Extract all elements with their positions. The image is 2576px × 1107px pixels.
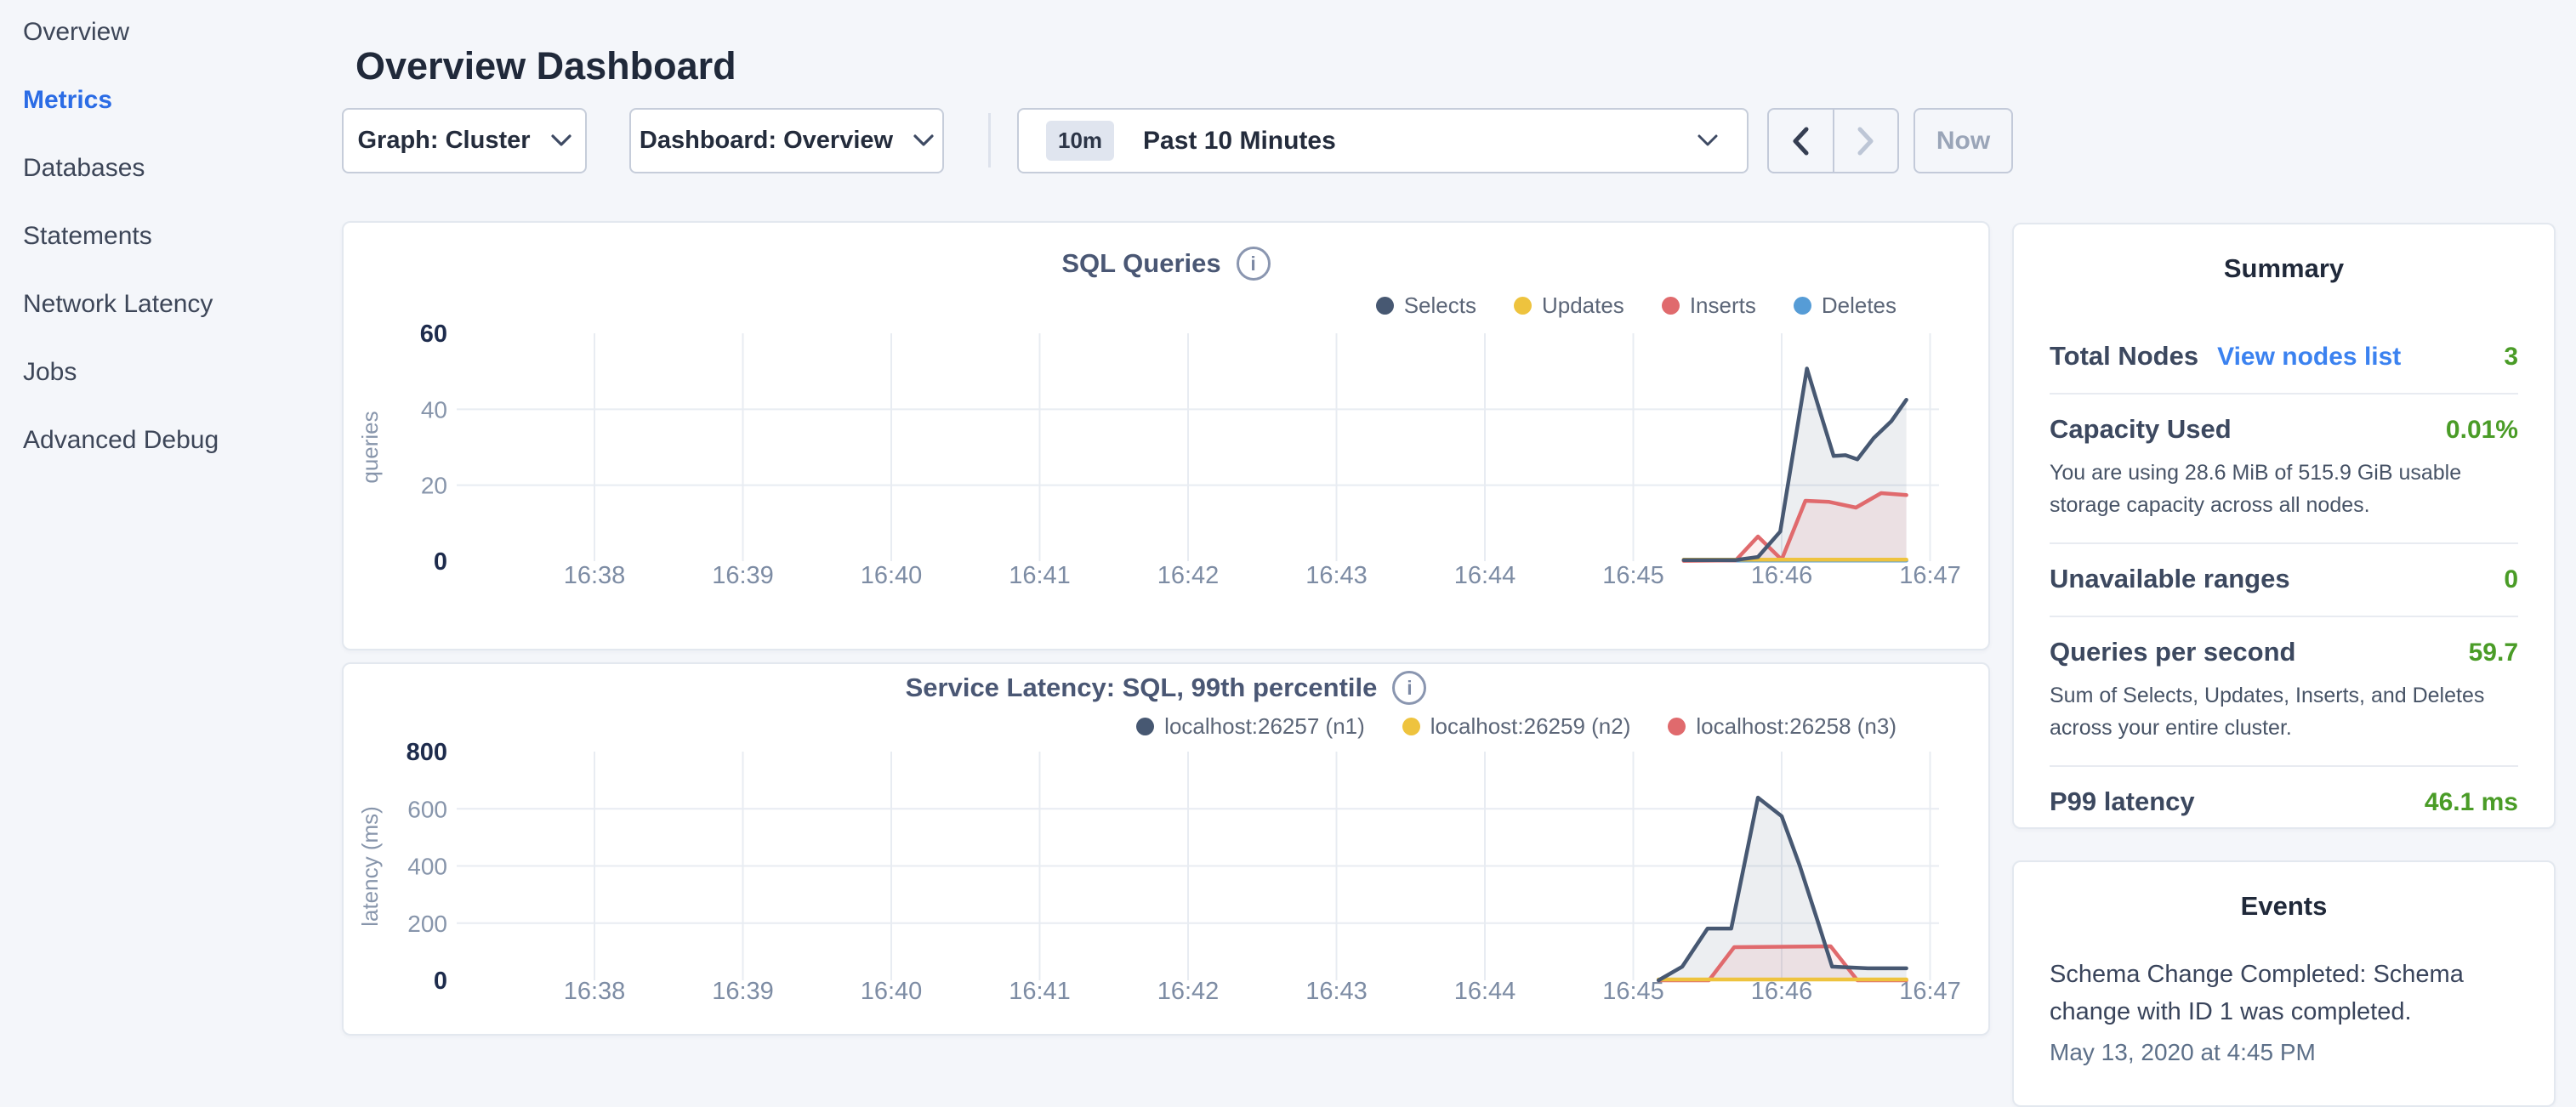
svg-text:16:41: 16:41: [1009, 978, 1071, 1005]
svg-text:60: 60: [420, 321, 447, 348]
chevron-left-icon: [1791, 127, 1810, 156]
time-range-label: Past 10 Minutes: [1143, 127, 1697, 156]
events-title: Events: [2050, 891, 2518, 922]
sidebar: Overview Metrics Databases Statements Networ…: [0, 0, 340, 1051]
summary-row-subtext: Sum of Selects, Updates, Inserts, and De…: [2050, 679, 2518, 744]
step-forward-button[interactable]: [1833, 110, 1898, 172]
svg-text:16:42: 16:42: [1157, 978, 1220, 1005]
summary-row-label: Capacity Used: [2050, 414, 2232, 445]
svg-text:16:46: 16:46: [1751, 562, 1813, 589]
events-list: Schema Change Completed: Schema change w…: [2050, 956, 2518, 1066]
summary-row: Queries per second 59.7 Sum of Selects, Up…: [2050, 617, 2518, 765]
sidebar-item-network-latency[interactable]: Network Latency: [23, 279, 213, 330]
svg-text:16:47: 16:47: [1899, 978, 1961, 1005]
summary-row-value: 3: [2504, 343, 2518, 372]
time-range-selector[interactable]: 10m Past 10 Minutes: [1017, 108, 1749, 173]
sidebar-item-metrics[interactable]: Metrics: [23, 75, 112, 126]
svg-text:16:43: 16:43: [1305, 562, 1368, 589]
svg-text:16:45: 16:45: [1602, 562, 1664, 589]
summary-row-value: 46.1 ms: [2425, 788, 2518, 817]
summary-title: Summary: [2050, 253, 2518, 284]
chevron-down-icon: [1697, 134, 1718, 147]
dashboard-dropdown[interactable]: Dashboard: Overview: [629, 108, 944, 173]
svg-text:16:39: 16:39: [712, 562, 774, 589]
summary-row: Capacity Used 0.01% You are using 28.6 MiB…: [2050, 395, 2518, 542]
svg-text:16:45: 16:45: [1602, 978, 1664, 1005]
sidebar-item-advanced-debug[interactable]: Advanced Debug: [23, 415, 219, 466]
step-back-button[interactable]: [1769, 110, 1833, 172]
sidebar-item-statements[interactable]: Statements: [23, 211, 152, 262]
svg-text:16:47: 16:47: [1899, 562, 1961, 589]
summary-row: P99 latency 46.1 ms: [2050, 767, 2518, 838]
svg-text:16:41: 16:41: [1009, 562, 1071, 589]
sql-queries-chart-card: SQL QueriesiSelectsUpdatesInsertsDeletes…: [342, 221, 1990, 650]
svg-text:16:43: 16:43: [1305, 978, 1368, 1005]
svg-text:16:42: 16:42: [1157, 562, 1220, 589]
summary-row-label: Queries per second: [2050, 637, 2295, 667]
chart-plot: 0 200 400 600 800 16:38 16:39 16:40 16:41 16:42 16…: [344, 664, 1992, 1037]
now-button-label: Now: [1936, 127, 1990, 156]
toolbar-divider: [988, 113, 991, 167]
svg-text:800: 800: [407, 739, 447, 766]
svg-text:20: 20: [421, 473, 447, 499]
svg-text:latency (ms): latency (ms): [357, 806, 383, 927]
svg-text:0: 0: [434, 548, 447, 576]
svg-text:16:39: 16:39: [712, 978, 774, 1005]
summary-row: Unavailable ranges 0: [2050, 544, 2518, 616]
summary-panel: Summary Total Nodes View nodes list 3 Capac…: [2012, 223, 2556, 829]
summary-row-label: Total Nodes: [2050, 341, 2198, 372]
svg-text:200: 200: [407, 911, 447, 937]
chevron-down-icon: [551, 134, 571, 147]
svg-text:16:38: 16:38: [564, 562, 626, 589]
event-timestamp: May 13, 2020 at 4:45 PM: [2050, 1039, 2518, 1066]
graph-dropdown[interactable]: Graph: Cluster: [342, 108, 587, 173]
summary-row-subtext: You are using 28.6 MiB of 515.9 GiB usab…: [2050, 457, 2518, 521]
chart-plot: 0 20 40 60 16:38 16:39 16:40 16:41 16:42 16:43 16:…: [344, 223, 1992, 652]
sidebar-item-jobs[interactable]: Jobs: [23, 347, 77, 398]
summary-row-value: 59.7: [2469, 639, 2518, 667]
time-range-badge: 10m: [1046, 121, 1114, 161]
summary-row-value: 0.01%: [2446, 416, 2518, 445]
chevron-right-icon: [1857, 127, 1875, 156]
svg-text:16:38: 16:38: [564, 978, 626, 1005]
svg-text:16:44: 16:44: [1454, 978, 1516, 1005]
summary-row-label: P99 latency: [2050, 786, 2195, 817]
summary-rows: Total Nodes View nodes list 3 Capacity Used…: [2050, 321, 2518, 838]
time-step-buttons: [1767, 108, 1899, 173]
svg-text:16:46: 16:46: [1751, 978, 1813, 1005]
svg-text:40: 40: [421, 396, 447, 423]
sidebar-item-databases[interactable]: Databases: [23, 143, 145, 194]
dashboard-dropdown-label: Dashboard: Overview: [640, 127, 893, 155]
svg-text:0: 0: [434, 968, 447, 995]
summary-row: Total Nodes View nodes list 3: [2050, 321, 2518, 393]
sidebar-item-overview[interactable]: Overview: [23, 7, 129, 58]
now-button[interactable]: Now: [1914, 108, 2013, 173]
summary-row-value: 0: [2504, 565, 2518, 594]
events-panel: Events Schema Change Completed: Schema c…: [2012, 860, 2556, 1107]
event-item[interactable]: Schema Change Completed: Schema change w…: [2050, 956, 2518, 1066]
svg-text:queries: queries: [357, 411, 383, 483]
svg-text:16:40: 16:40: [861, 978, 923, 1005]
graph-dropdown-label: Graph: Cluster: [357, 127, 530, 155]
view-nodes-list-link[interactable]: View nodes list: [2217, 343, 2401, 372]
service-latency-chart-card: Service Latency: SQL, 99th percentileilo…: [342, 662, 1990, 1036]
svg-text:400: 400: [407, 854, 447, 880]
svg-text:16:40: 16:40: [861, 562, 923, 589]
svg-text:600: 600: [407, 796, 447, 822]
chevron-down-icon: [913, 134, 934, 147]
page-title: Overview Dashboard: [355, 44, 736, 88]
svg-text:16:44: 16:44: [1454, 562, 1516, 589]
event-text: Schema Change Completed: Schema change w…: [2050, 956, 2479, 1030]
summary-row-label: Unavailable ranges: [2050, 564, 2290, 594]
